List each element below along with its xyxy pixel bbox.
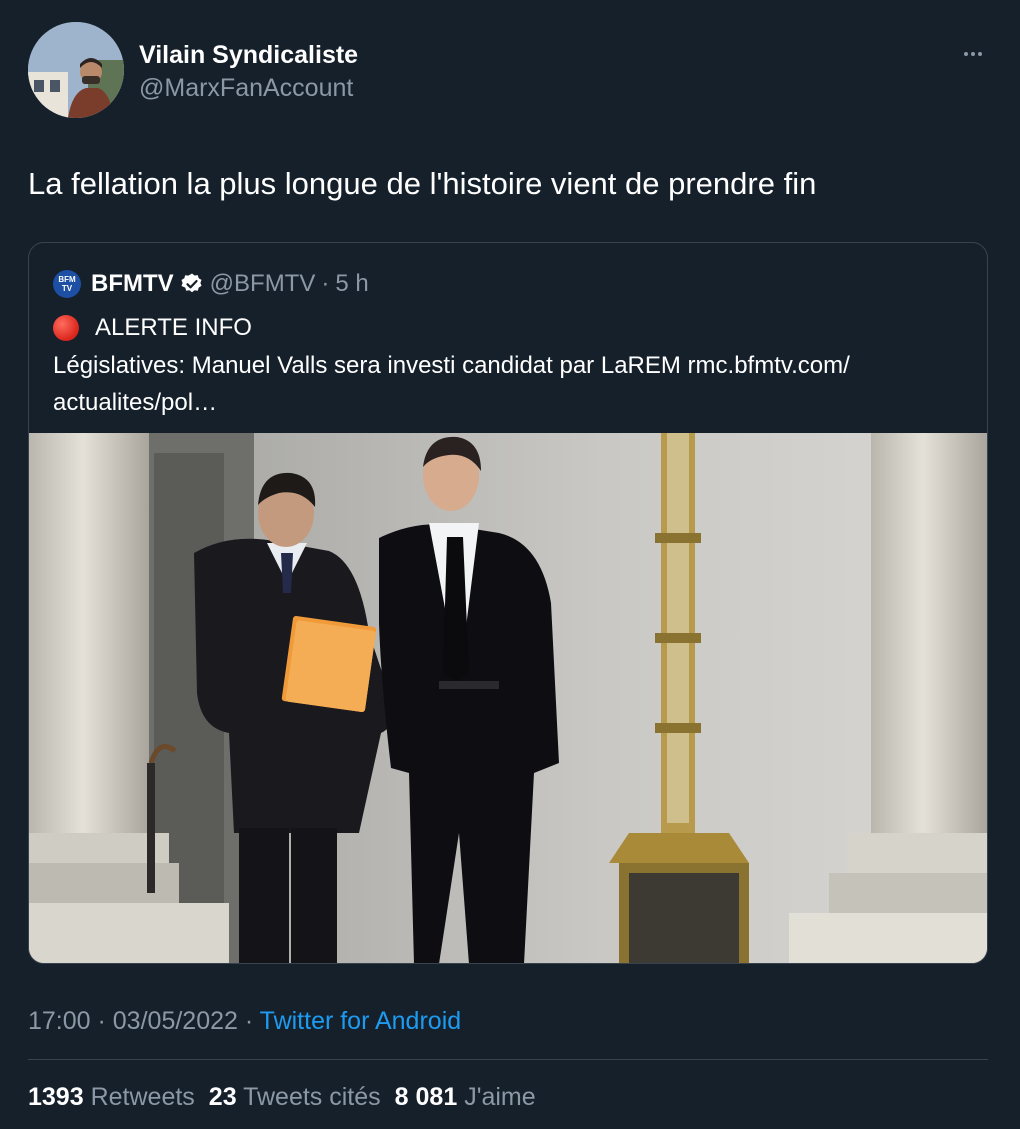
quoted-handle[interactable]: @BFMTV	[210, 270, 316, 298]
alert-text: ALERTE INFO	[95, 314, 252, 341]
bfmtv-logo-text: BFM TV	[58, 275, 76, 293]
alert-line: ALERTE INFO	[53, 311, 252, 345]
tweet-header: Vilain Syndicaliste @MarxFanAccount	[28, 22, 992, 120]
verified-badge-icon	[181, 273, 202, 293]
tweet-time[interactable]: 17:00	[28, 1007, 91, 1035]
likes-label: J'aime	[464, 1083, 536, 1111]
author-display-name[interactable]: Vilain Syndicaliste	[139, 40, 358, 70]
tweet-text: La fellation la plus longue de l'histoir…	[28, 166, 817, 201]
quotes-label: Tweets cités	[243, 1083, 381, 1111]
likes-count: 8 081	[394, 1083, 458, 1111]
retweets-stat[interactable]: 1393 Retweets	[28, 1080, 195, 1114]
quotes-count: 23	[208, 1083, 237, 1111]
red-circle-emoji-icon	[53, 315, 79, 341]
profile-photo	[28, 22, 124, 118]
quoted-body-text: Législatives: Manuel Valls sera investi …	[53, 352, 850, 416]
dot	[978, 52, 982, 56]
separator: ·	[321, 270, 330, 297]
tweet-meta: 17:00 · 03/05/2022 · Twitter for Android	[28, 1004, 461, 1038]
tweet-stats: 1393 Retweets 23 Tweets cités 8 081 J'ai…	[28, 1080, 550, 1114]
bfmtv-logo[interactable]: BFM TV	[53, 270, 81, 298]
dot	[964, 52, 968, 56]
likes-stat[interactable]: 8 081 J'aime	[395, 1080, 536, 1114]
separator: ·	[90, 1007, 113, 1035]
dot	[971, 52, 975, 56]
separator: ·	[237, 1007, 260, 1035]
photo-illustration	[29, 433, 987, 963]
author-handle[interactable]: @MarxFanAccount	[139, 73, 358, 103]
quoted-tweet[interactable]: BFM TV BFMTV @BFMTV · 5 h ALERTE INFO Lé…	[28, 242, 988, 964]
avatar[interactable]	[28, 22, 124, 118]
divider	[28, 1059, 988, 1060]
quoted-media-photo[interactable]	[29, 433, 987, 963]
more-dots-icon[interactable]	[958, 42, 988, 66]
quoted-time[interactable]: 5 h	[335, 270, 368, 298]
quoted-tweet-header: BFM TV BFMTV @BFMTV · 5 h	[53, 267, 369, 301]
retweets-count: 1393	[28, 1083, 84, 1111]
quotes-stat[interactable]: 23 Tweets cités	[209, 1080, 381, 1114]
tweet-source-link[interactable]: Twitter for Android	[260, 1007, 461, 1035]
author-names: Vilain Syndicaliste @MarxFanAccount	[139, 40, 358, 103]
quoted-display-name[interactable]: BFMTV	[91, 270, 174, 298]
retweets-label: Retweets	[90, 1083, 195, 1111]
tweet-date[interactable]: 03/05/2022	[113, 1007, 238, 1035]
